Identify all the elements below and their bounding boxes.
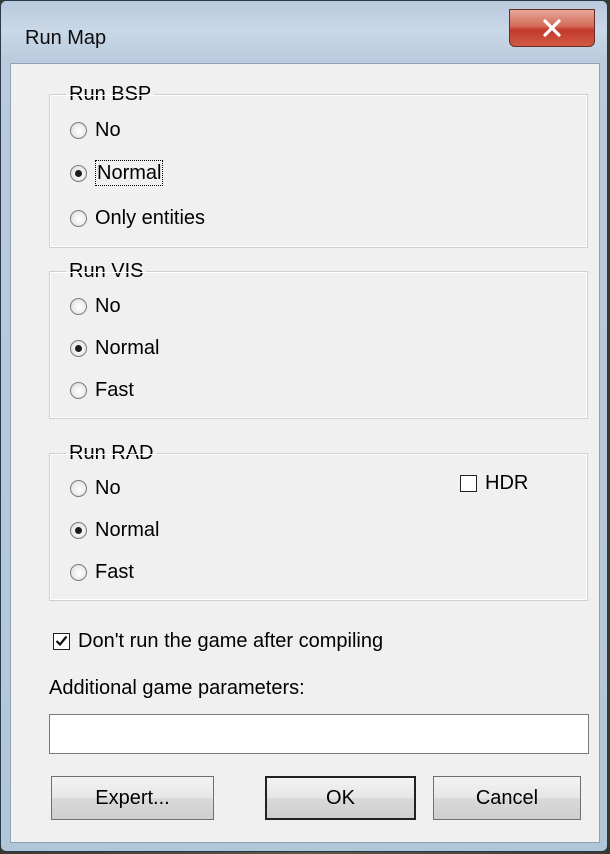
bsp-radio-normal[interactable]: Normal (70, 160, 164, 186)
close-icon (543, 19, 561, 37)
dialog-body: Run BSP No Normal Only entities Run VIS … (10, 63, 600, 843)
vis-radio-normal-label: Normal (95, 337, 160, 359)
vis-radio-fast-label: Fast (95, 379, 134, 401)
dont-run-game-label: Don't run the game after compiling (78, 630, 384, 652)
radio-indicator[interactable] (70, 563, 87, 581)
expert-button-label: Expert... (95, 786, 170, 809)
ok-button-label: OK (326, 786, 355, 809)
radio-indicator[interactable] (70, 521, 87, 539)
radio-indicator[interactable] (70, 164, 87, 182)
radio-indicator[interactable] (70, 381, 87, 399)
bsp-radio-only-entities[interactable]: Only entities (70, 206, 205, 230)
dont-run-game-checkbox[interactable]: Don't run the game after compiling (53, 629, 383, 653)
cancel-button-label: Cancel (475, 786, 539, 809)
rad-radio-fast[interactable]: Fast (70, 560, 134, 584)
close-button[interactable] (509, 9, 595, 47)
rad-radio-normal-label: Normal (95, 519, 160, 541)
radio-indicator[interactable] (70, 297, 87, 315)
window-title: Run Map (25, 27, 107, 49)
vis-radio-fast[interactable]: Fast (70, 378, 134, 402)
rad-radio-no-label: No (95, 477, 121, 499)
checkbox-box[interactable] (53, 632, 70, 650)
vis-radio-no[interactable]: No (70, 294, 121, 318)
radio-indicator[interactable] (70, 339, 87, 357)
additional-params-input[interactable] (49, 714, 589, 754)
rad-radio-fast-label: Fast (95, 561, 134, 583)
expert-button[interactable]: Expert... (51, 776, 214, 820)
rad-radio-normal[interactable]: Normal (70, 518, 159, 542)
cancel-button[interactable]: Cancel (433, 776, 581, 820)
bsp-radio-no[interactable]: No (70, 118, 121, 142)
group-run-rad-legend: Run RAD (66, 441, 157, 465)
ok-button[interactable]: OK (265, 776, 416, 820)
radio-indicator[interactable] (70, 121, 87, 139)
group-run-vis-legend: Run VIS (66, 259, 147, 283)
group-run-bsp-legend: Run BSP (66, 82, 155, 106)
run-map-dialog: Run Map Run BSP No Normal Only entities … (0, 0, 608, 852)
hdr-checkbox[interactable]: HDR (460, 471, 528, 495)
checkmark-icon (55, 635, 68, 647)
group-run-bsp: Run BSP No Normal Only entities (49, 82, 588, 248)
radio-indicator[interactable] (70, 209, 87, 227)
bsp-radio-only-entities-label: Only entities (95, 207, 206, 229)
group-run-vis: Run VIS No Normal Fast (49, 259, 588, 419)
checkbox-box[interactable] (460, 474, 477, 492)
bsp-radio-normal-label: Normal (95, 160, 164, 186)
vis-radio-no-label: No (95, 295, 121, 317)
bsp-radio-no-label: No (95, 119, 121, 141)
vis-radio-normal[interactable]: Normal (70, 336, 159, 360)
rad-radio-no[interactable]: No (70, 476, 121, 500)
group-run-rad: Run RAD No Normal Fast HDR (49, 441, 588, 601)
radio-indicator[interactable] (70, 479, 87, 497)
additional-params-label: Additional game parameters: (49, 677, 305, 699)
hdr-checkbox-label: HDR (485, 472, 529, 494)
